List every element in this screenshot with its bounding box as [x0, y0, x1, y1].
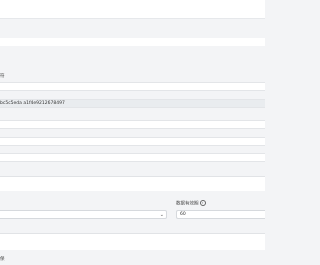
- text-field[interactable]: [0, 153, 265, 162]
- validity-number-value: 60: [180, 212, 186, 217]
- help-icon[interactable]: ?: [199, 200, 206, 206]
- text-field[interactable]: [0, 137, 265, 146]
- section-band: [0, 234, 265, 250]
- form-row: [0, 38, 265, 46]
- readonly-id-field[interactable]: bc5c5eda a1f4e9212678497: [0, 99, 265, 108]
- data-validity-label: 数据有效期?: [176, 200, 206, 208]
- section-band: [0, 177, 265, 191]
- field-label: 符: [0, 74, 5, 79]
- top-bar: [0, 0, 265, 19]
- validity-number-input[interactable]: 60: [176, 210, 265, 219]
- readonly-id-value: bc5c5eda a1f4e9212678497: [0, 101, 65, 106]
- select-dropdown[interactable]: ⌄: [0, 210, 167, 219]
- text-field[interactable]: [0, 120, 265, 129]
- data-validity-label-text: 数据有效期: [176, 201, 199, 207]
- text-field[interactable]: [0, 82, 265, 91]
- chevron-down-icon: ⌄: [159, 212, 164, 218]
- settings-page: 符 bc5c5eda a1f4e9212678497 数据有效期? ⌄ 60 保: [0, 0, 265, 265]
- bottom-label: 保: [0, 257, 5, 262]
